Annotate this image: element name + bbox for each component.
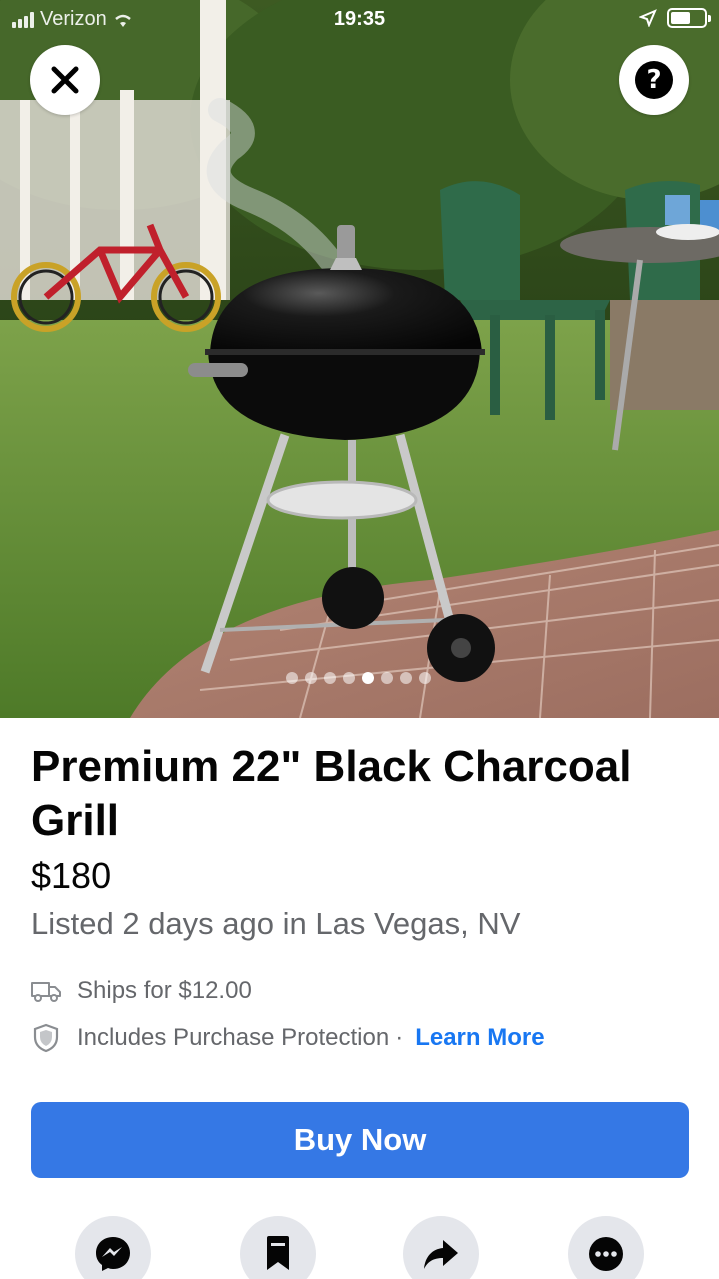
messenger-icon <box>96 1237 130 1271</box>
carousel-dot[interactable] <box>362 672 374 684</box>
listing-price: $180 <box>31 855 112 896</box>
carousel-dot[interactable] <box>381 672 393 684</box>
carousel-dot[interactable] <box>324 672 336 684</box>
shipping-row: Ships for $12.00 <box>30 975 252 1007</box>
share-button[interactable] <box>403 1216 479 1279</box>
status-right <box>639 8 711 28</box>
question-icon: ? <box>635 61 673 99</box>
status-time: 19:35 <box>333 8 386 30</box>
listing-date-location: Listed 2 days ago in Las Vegas, NV <box>31 906 521 941</box>
help-button[interactable]: ? <box>619 45 689 115</box>
close-icon <box>51 66 79 94</box>
save-button[interactable] <box>240 1216 316 1279</box>
action-bar <box>0 1216 719 1279</box>
truck-icon <box>30 975 62 1007</box>
location-arrow-icon <box>639 9 657 27</box>
carousel-dot[interactable] <box>400 672 412 684</box>
share-icon <box>424 1240 458 1269</box>
close-button[interactable] <box>30 45 100 115</box>
battery-level <box>671 12 691 24</box>
protection-text: Includes Purchase Protection <box>77 1024 390 1051</box>
carousel-dot[interactable] <box>343 672 355 684</box>
carousel-dot[interactable] <box>419 672 431 684</box>
carousel-dot[interactable] <box>286 672 298 684</box>
photo-carousel-dots[interactable] <box>286 672 431 684</box>
buy-now-button[interactable]: Buy Now <box>31 1102 689 1178</box>
status-bar: Verizon 19:35 <box>0 0 719 40</box>
grill-photo <box>0 0 719 718</box>
bookmark-icon <box>267 1236 289 1270</box>
learn-more-link[interactable]: Learn More <box>415 1024 544 1052</box>
separator-dot: · <box>395 1024 404 1051</box>
more-button[interactable] <box>568 1216 644 1279</box>
shipping-text: Ships for $12.00 <box>77 977 252 1004</box>
protection-row: Includes Purchase Protection · Learn Mor… <box>30 1022 545 1054</box>
carousel-dot[interactable] <box>305 672 317 684</box>
listing-photo[interactable]: Verizon 19:35 ? <box>0 0 719 718</box>
shield-icon <box>30 1022 62 1054</box>
more-icon <box>589 1237 623 1271</box>
battery-icon <box>667 8 711 28</box>
message-button[interactable] <box>75 1216 151 1279</box>
listing-title: Premium 22" Black Charcoal Grill <box>31 742 632 845</box>
